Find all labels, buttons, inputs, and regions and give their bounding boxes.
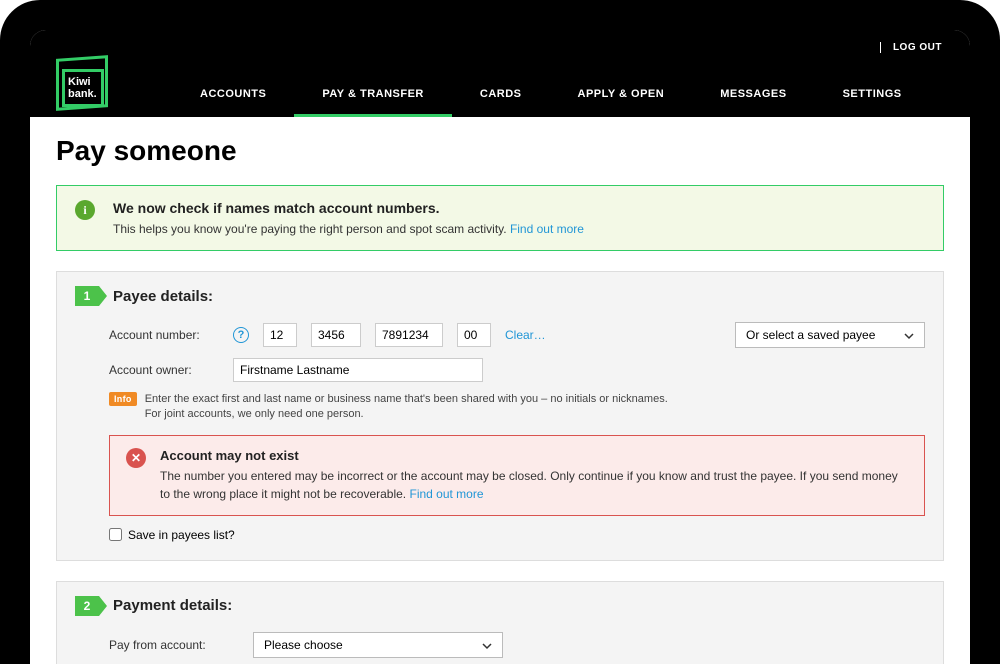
nav-cards[interactable]: CARDS	[452, 78, 550, 117]
banner-text: This helps you know you're paying the ri…	[113, 222, 584, 236]
banner-title: We now check if names match account numb…	[113, 200, 584, 216]
error-title: Account may not exist	[160, 448, 908, 463]
header: LOG OUT Kiwi bank. ACCOUNTS PAY & TRANSF…	[30, 30, 970, 117]
account-error-alert: ✕ Account may not exist The number you e…	[109, 435, 925, 516]
step-1-badge: 1	[75, 286, 99, 306]
nav-messages[interactable]: MESSAGES	[692, 78, 814, 117]
pay-from-select[interactable]: Please choose	[253, 632, 503, 658]
app-screen: LOG OUT Kiwi bank. ACCOUNTS PAY & TRANSF…	[30, 30, 970, 664]
error-text: The number you entered may be incorrect …	[160, 467, 908, 503]
brand-logo[interactable]: Kiwi bank.	[56, 57, 112, 113]
nav-apply-open[interactable]: APPLY & OPEN	[550, 78, 693, 117]
account-branch-input[interactable]	[311, 323, 361, 347]
logo-text-2: bank.	[68, 88, 97, 100]
clear-account-link[interactable]: Clear…	[505, 328, 546, 342]
payment-details-section: 2 Payment details: Pay from account: Ple…	[56, 581, 944, 664]
nav-pay-transfer[interactable]: PAY & TRANSFER	[294, 78, 452, 117]
logout-link[interactable]: LOG OUT	[880, 42, 942, 53]
account-number-label: Account number:	[109, 328, 219, 342]
info-tag-badge: Info	[109, 392, 137, 406]
account-bank-input[interactable]	[263, 323, 297, 347]
nav-accounts[interactable]: ACCOUNTS	[172, 78, 294, 117]
account-body-input[interactable]	[375, 323, 443, 347]
step-2-badge: 2	[75, 596, 99, 616]
account-owner-input[interactable]	[233, 358, 483, 382]
main-nav: ACCOUNTS PAY & TRANSFER CARDS APPLY & OP…	[172, 78, 930, 117]
pay-from-placeholder: Please choose	[264, 638, 343, 652]
name-check-banner: i We now check if names match account nu…	[56, 185, 944, 251]
nav-settings[interactable]: SETTINGS	[815, 78, 930, 117]
chevron-down-icon	[904, 330, 914, 340]
owner-hint: Enter the exact first and last name or b…	[145, 392, 668, 423]
content-area: Pay someone i We now check if names matc…	[30, 117, 970, 664]
info-icon: i	[75, 200, 95, 220]
save-payee-label: Save in payees list?	[128, 528, 235, 542]
pay-from-label: Pay from account:	[109, 638, 239, 652]
page-title: Pay someone	[56, 135, 944, 167]
save-payee-checkbox[interactable]	[109, 528, 122, 541]
saved-payee-label: Or select a saved payee	[746, 328, 875, 342]
error-find-out-more-link[interactable]: Find out more	[409, 487, 483, 501]
chevron-down-icon	[482, 640, 492, 650]
payee-section-title: Payee details:	[113, 288, 213, 305]
account-suffix-input[interactable]	[457, 323, 491, 347]
payee-details-section: 1 Payee details: Account number: ? Clear…	[56, 271, 944, 561]
saved-payee-select[interactable]: Or select a saved payee	[735, 322, 925, 348]
account-owner-label: Account owner:	[109, 363, 219, 377]
payment-section-title: Payment details:	[113, 597, 232, 614]
error-icon: ✕	[126, 448, 146, 468]
logo-text-1: Kiwi	[68, 76, 91, 88]
device-frame: LOG OUT Kiwi bank. ACCOUNTS PAY & TRANSF…	[0, 0, 1000, 664]
help-icon[interactable]: ?	[233, 327, 249, 343]
banner-find-out-more-link[interactable]: Find out more	[510, 222, 584, 236]
